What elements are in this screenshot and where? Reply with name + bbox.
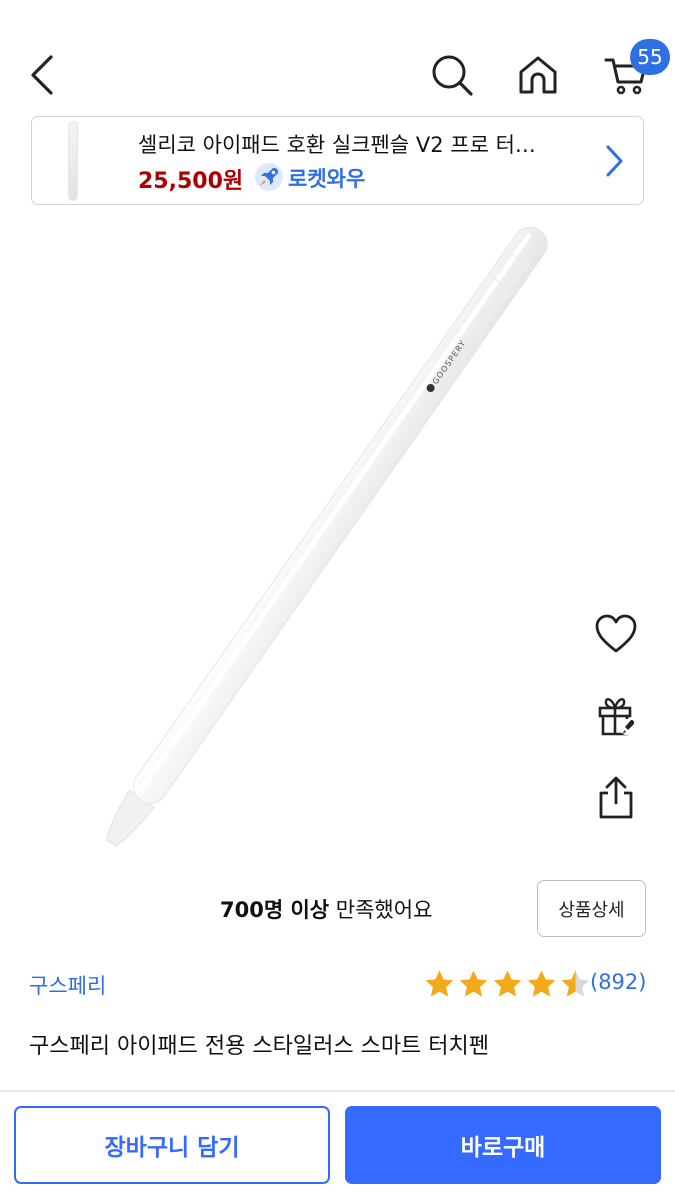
product-detail-button[interactable]: 상품상세 <box>537 880 646 937</box>
bottom-divider <box>0 1090 675 1092</box>
product-title: 구스페리 아이패드 전용 스타일러스 스마트 터치펜 <box>29 1034 490 1059</box>
related-product-card[interactable]: 셀리코 아이패드 호환 실크펜슬 V2 프로 터… 25,500원 로켓와우 <box>31 116 644 205</box>
review-count[interactable]: (892) <box>590 970 646 994</box>
share-button[interactable] <box>590 772 642 824</box>
home-icon <box>519 56 557 94</box>
buy-now-button[interactable]: 바로구매 <box>345 1106 661 1184</box>
home-button[interactable] <box>510 48 566 102</box>
satisfaction-text: 700명 이상 만족했어요 <box>220 894 432 924</box>
search-icon <box>432 55 473 96</box>
brand-link[interactable]: 구스페리 <box>29 970 106 1000</box>
back-button[interactable] <box>18 48 66 102</box>
top-nav: 55 <box>0 0 675 112</box>
share-icon <box>599 776 633 819</box>
satisfaction-count: 700명 이상 <box>220 898 330 922</box>
add-to-cart-button[interactable]: 장바구니 담기 <box>14 1106 330 1184</box>
wishlist-button[interactable] <box>590 608 642 660</box>
star-full-icon <box>493 969 522 997</box>
gift-icon <box>598 698 635 736</box>
related-product-thumbnail <box>68 121 78 201</box>
rating-stars[interactable] <box>423 966 593 1002</box>
heart-icon <box>595 614 637 653</box>
satisfaction-suffix: 만족했어요 <box>329 898 433 922</box>
star-half-icon <box>561 969 590 997</box>
chevron-left-icon <box>31 55 53 95</box>
star-full-icon <box>425 969 454 997</box>
related-product-title: 셀리코 아이패드 호환 실크펜슬 V2 프로 터… <box>138 133 536 157</box>
star-full-icon <box>459 969 488 997</box>
search-button[interactable] <box>424 48 480 102</box>
rocket-wow-label: 로켓와우 <box>288 167 366 191</box>
cart-count-badge: 55 <box>630 39 670 75</box>
chevron-right-icon[interactable] <box>604 144 624 178</box>
rocket-icon <box>255 163 283 191</box>
gift-button[interactable] <box>590 690 642 742</box>
product-image: GOOSPERY <box>106 226 548 847</box>
related-product-price: 25,500원 <box>138 169 244 194</box>
star-full-icon <box>527 969 556 997</box>
